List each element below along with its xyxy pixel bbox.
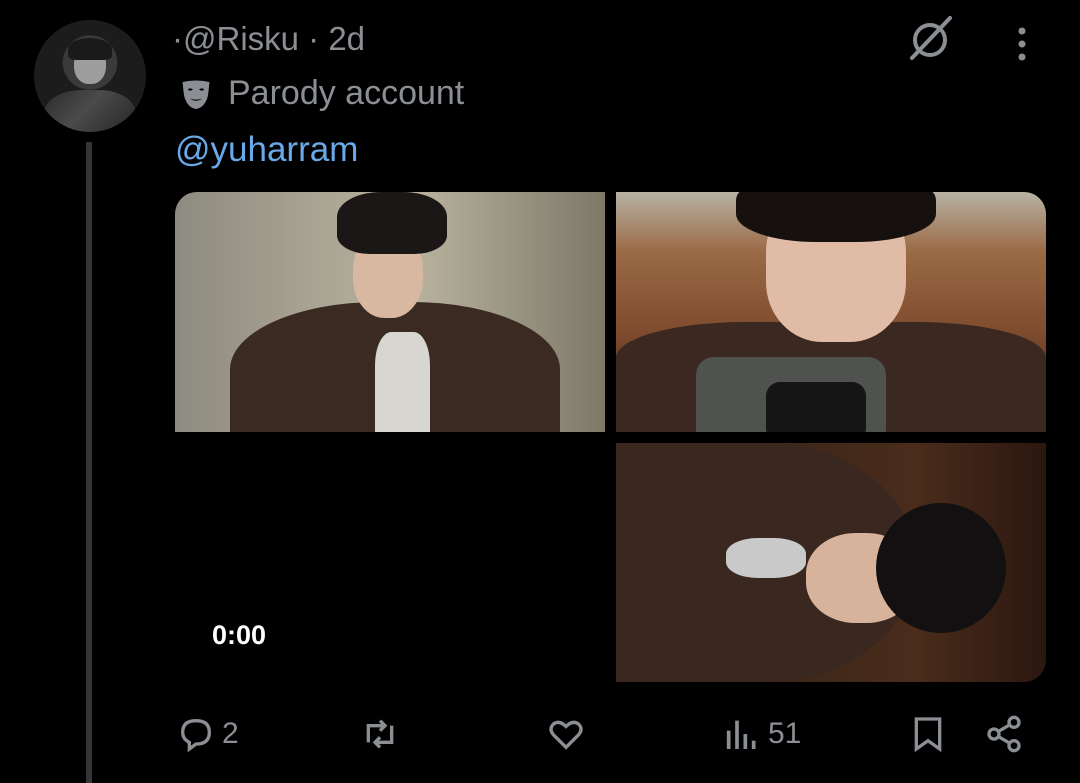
- photo-1[interactable]: [175, 192, 605, 432]
- photo-2[interactable]: [616, 192, 1046, 432]
- parody-label: Parody account: [228, 74, 465, 112]
- views-icon: [726, 720, 756, 749]
- reply-button[interactable]: 2: [176, 714, 239, 754]
- avatar[interactable]: [34, 20, 146, 132]
- retweet-icon: [366, 719, 394, 749]
- reply-icon: [180, 718, 212, 753]
- like-button[interactable]: [546, 714, 592, 754]
- retweet-button[interactable]: [360, 714, 406, 754]
- photo-3[interactable]: [616, 443, 1046, 682]
- grok-icon[interactable]: [904, 12, 956, 64]
- views-count: 51: [768, 717, 802, 750]
- video-duration: 0:00: [212, 620, 267, 650]
- reply-count: 2: [222, 717, 239, 750]
- bookmark-button[interactable]: [908, 714, 948, 754]
- tweet-header[interactable]: ·@Risku · 2d: [172, 20, 365, 58]
- more-vertical-icon[interactable]: [1012, 26, 1032, 66]
- handle-timestamp[interactable]: ·@Risku · 2d: [172, 20, 365, 57]
- heart-icon: [549, 720, 583, 750]
- media-grid: [175, 192, 1046, 682]
- parody-badge: Parody account: [178, 74, 464, 113]
- share-icon: [987, 715, 1021, 753]
- bookmark-icon: [914, 717, 942, 753]
- share-button[interactable]: [984, 714, 1024, 754]
- action-bar: 2 51: [0, 710, 1080, 762]
- thread-line: [86, 142, 92, 783]
- theater-mask-icon: [182, 80, 210, 109]
- mention-link[interactable]: @yuharram: [175, 130, 358, 170]
- views-button[interactable]: 51: [722, 714, 801, 754]
